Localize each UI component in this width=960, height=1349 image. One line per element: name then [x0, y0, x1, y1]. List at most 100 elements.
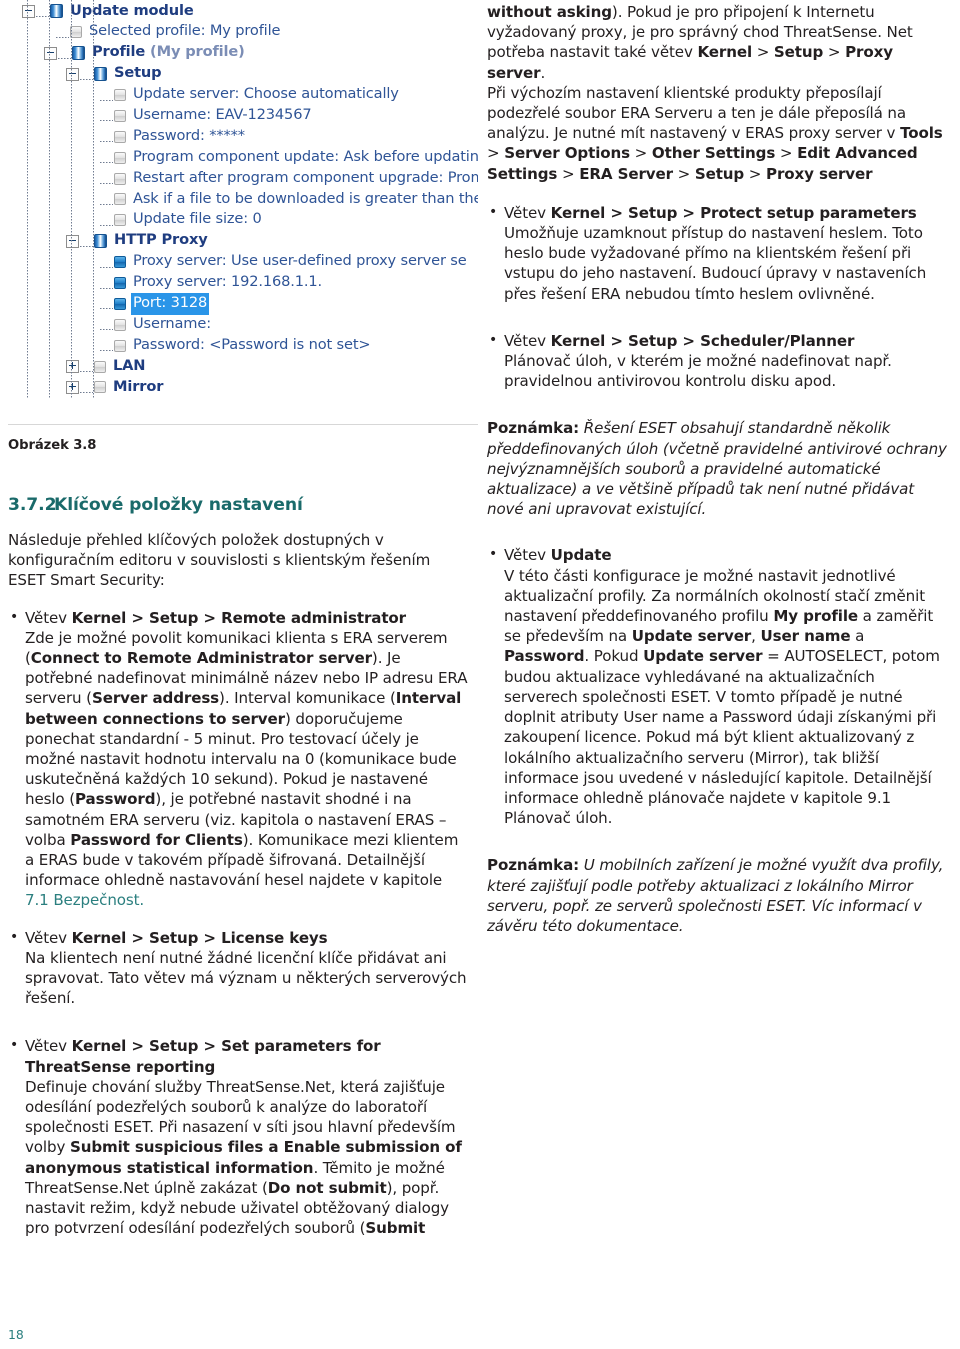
tree-node[interactable]: HTTP Proxy	[8, 231, 478, 252]
tree-node[interactable]: Ask if a file to be downloaded is greate…	[8, 189, 478, 210]
tree-connector-line	[80, 371, 93, 373]
tree-node-label[interactable]: Port: 3128	[131, 292, 210, 315]
tree-connector-line	[100, 141, 113, 143]
bullet-body: V této části konfigurace je možné nastav…	[504, 566, 940, 828]
tree-node-label[interactable]: Mirror	[111, 377, 165, 399]
tree-node[interactable]: Update file size: 0	[8, 210, 478, 231]
tree-node-label[interactable]: Selected profile: My profile	[87, 21, 282, 43]
bullet-body: Plánovač úloh, v kterém je možné nadefin…	[504, 352, 892, 391]
tree-node[interactable]: Restart after program component upgrade:…	[8, 168, 478, 189]
tree-node-label[interactable]: Profile (My profile)	[90, 42, 247, 64]
tree-connector-line	[80, 391, 93, 393]
tree-connector-line	[56, 36, 69, 38]
expand-plus-icon[interactable]	[66, 360, 79, 374]
bullet-heading-prefix: Větev	[504, 546, 551, 565]
bullet-heading-prefix: Větev	[25, 1037, 72, 1056]
figure-config-editor-tree: Update module Selected profile: My profil…	[8, 0, 478, 425]
tree-node[interactable]: Proxy server: Use user-defined proxy ser…	[8, 252, 478, 273]
tree-connector-line	[58, 57, 71, 59]
tree-node-label[interactable]: Proxy server: 192.168.1.1.	[131, 272, 324, 294]
tree-node-label[interactable]: Update module	[68, 1, 196, 23]
default-setting-icon	[114, 193, 126, 206]
default-setting-icon	[114, 130, 126, 143]
collapse-minus-icon[interactable]	[66, 234, 79, 248]
note-label: Poznámka:	[487, 856, 580, 875]
default-setting-icon	[114, 89, 126, 101]
tree-node-label[interactable]: Setup	[112, 63, 163, 85]
expand-plus-icon[interactable]	[66, 380, 79, 394]
tree-guide-rail	[93, 0, 94, 398]
tree-node-label[interactable]: Ask if a file to be downloaded is greate…	[131, 189, 478, 211]
bullet-body: Definuje chování služby ThreatSense.Net,…	[25, 1077, 462, 1238]
collapse-minus-icon[interactable]	[44, 46, 57, 60]
tree-connector-line	[100, 350, 113, 352]
tree-node-label-suffix: (My profile)	[145, 43, 245, 61]
bullet-heading: Kernel > Setup > Scheduler/Planner	[550, 331, 855, 350]
bullet-license-keys: Větev Kernel > Setup > License keys Na k…	[8, 927, 470, 1009]
modified-setting-icon	[114, 256, 126, 269]
tree-node-label[interactable]: Program component update: Ask before upd…	[131, 147, 478, 169]
modified-setting-icon	[114, 297, 126, 310]
tree-node-label[interactable]: Proxy server: Use user-defined proxy ser…	[131, 251, 469, 273]
configuration-tree[interactable]: Update module Selected profile: My profil…	[8, 0, 478, 398]
section-heading: 3.7.2Klíčové položky nastavení	[8, 495, 470, 516]
tree-connector-line	[100, 224, 113, 226]
continuation-paragraph-2: Při výchozím nastavení klientské produkt…	[487, 83, 943, 183]
bullet-heading: Kernel > Setup > License keys	[71, 928, 328, 947]
default-setting-icon	[94, 360, 106, 373]
tree-node-label[interactable]: Username:	[131, 314, 213, 336]
tree-node[interactable]: Password: *****	[8, 126, 478, 147]
tree-node[interactable]: Selected profile: My profile	[8, 22, 478, 43]
tree-connector-line	[100, 266, 113, 268]
tree-node[interactable]: Port: 3128	[8, 292, 478, 315]
tree-node[interactable]: Update server: Choose automatically	[8, 85, 478, 106]
modified-setting-icon	[114, 277, 126, 290]
tree-connector-line	[100, 183, 113, 185]
module-icon	[50, 4, 63, 19]
tree-connector-line	[100, 162, 113, 164]
bullet-body: Umožňuje uzamknout přístup do nastavení …	[504, 224, 927, 303]
collapse-minus-icon[interactable]	[22, 4, 35, 18]
left-column: Update module Selected profile: My profil…	[8, 0, 478, 1239]
tree-node-label[interactable]: Username: EAV-1234567	[131, 105, 313, 127]
module-icon	[72, 46, 85, 61]
tree-node-label[interactable]: HTTP Proxy	[112, 230, 210, 252]
tree-node[interactable]: Program component update: Ask before upd…	[8, 147, 478, 168]
tree-node-label[interactable]: Update server: Choose automatically	[131, 84, 401, 106]
tree-connector-line	[80, 78, 93, 80]
tree-node[interactable]: Update module	[8, 1, 478, 22]
tree-node-label[interactable]: Update file size: 0	[131, 209, 264, 231]
default-setting-icon	[114, 339, 126, 352]
tree-node[interactable]: Profile (My profile)	[8, 43, 478, 64]
tree-node[interactable]: Setup	[8, 64, 478, 85]
tree-connector-line	[36, 15, 49, 17]
tree-connector-line	[100, 329, 113, 331]
tree-node-label[interactable]: Password: <Password is not set>	[131, 335, 372, 357]
bullet-scheduler-planner: Větev Kernel > Setup > Scheduler/Planner…	[487, 330, 952, 392]
bullet-heading-prefix: Větev	[25, 608, 72, 627]
tree-node-label[interactable]: Password: *****	[131, 126, 247, 148]
bullet-body: Zde je možné povolit komunikaci klienta …	[25, 628, 468, 910]
tree-node-label[interactable]: LAN	[111, 356, 147, 378]
tree-connector-line	[100, 203, 113, 205]
tree-node[interactable]: Username: EAV-1234567	[8, 105, 478, 126]
tree-node[interactable]: Proxy server: 192.168.1.1.	[8, 273, 478, 294]
section-number: 3.7.2	[8, 495, 57, 515]
tree-node[interactable]: LAN	[8, 356, 478, 377]
bullet-body: Na klientech není nutné žádné licenční k…	[25, 948, 467, 1008]
default-setting-icon	[94, 381, 106, 394]
module-icon	[94, 234, 107, 249]
tree-node[interactable]: Username:	[8, 314, 478, 335]
tree-node-label[interactable]: Restart after program component upgrade:…	[131, 168, 478, 190]
collapse-minus-icon[interactable]	[66, 67, 79, 81]
tree-node[interactable]: Password: <Password is not set>	[8, 335, 478, 356]
tree-connector-line	[100, 99, 113, 101]
bullet-heading: Kernel > Setup > Remote administrator	[71, 608, 407, 627]
bullet-heading-prefix: Větev	[504, 203, 551, 222]
document-page: Update module Selected profile: My profil…	[0, 0, 960, 1349]
bullet-threatsense-reporting: Větev Kernel > Setup > Set parameters fo…	[8, 1035, 470, 1238]
tree-node[interactable]: Mirror	[8, 377, 478, 398]
bullet-heading: Kernel > Setup > Protect setup parameter…	[550, 203, 917, 222]
default-setting-icon	[114, 214, 126, 227]
tree-connector-line	[100, 287, 113, 289]
